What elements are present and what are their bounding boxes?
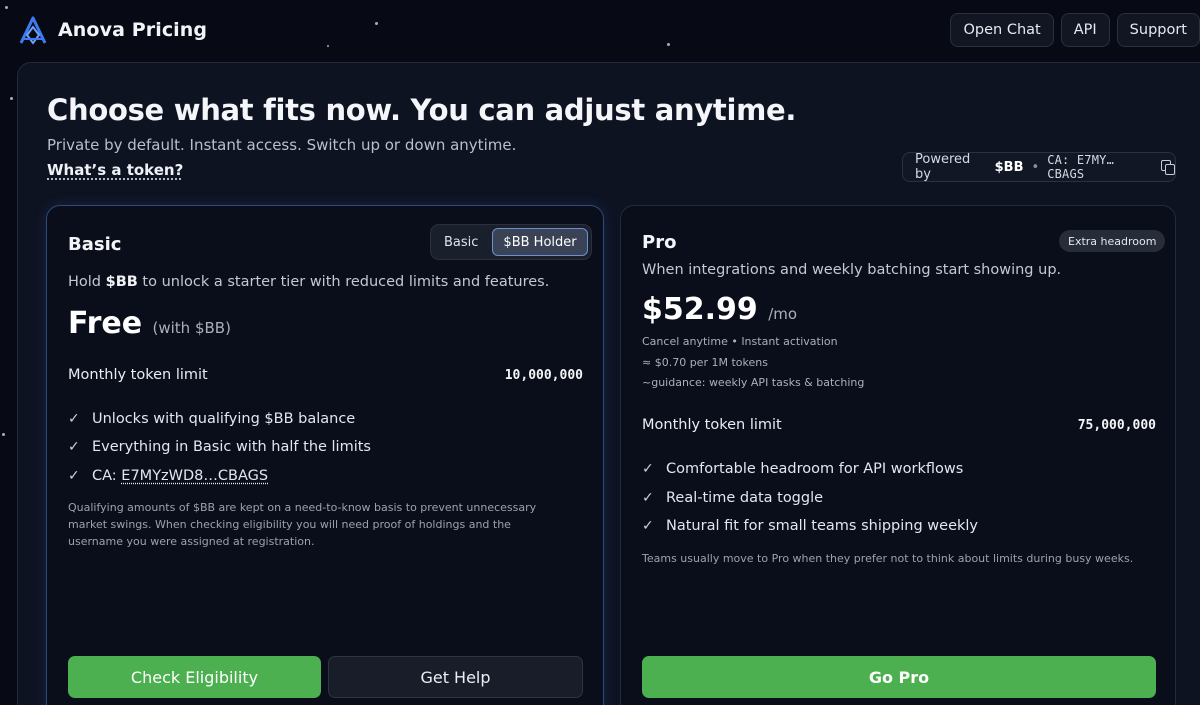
feature-text: Unlocks with qualifying $BB balance xyxy=(92,411,356,427)
pro-meta-line: ≈ $0.70 per 1M tokens xyxy=(642,356,768,369)
star-decoration xyxy=(10,97,13,100)
basic-price-value: Free xyxy=(68,306,143,341)
feature-text: Everything in Basic with half the limits xyxy=(92,439,371,455)
go-pro-button[interactable]: Go Pro xyxy=(642,656,1156,698)
copy-icon[interactable] xyxy=(1161,160,1175,175)
check-icon: ✓ xyxy=(68,468,80,484)
ca-link[interactable]: E7MYzWD8…CBAGS xyxy=(121,468,268,484)
api-button[interactable]: API xyxy=(1060,13,1110,47)
basic-price: Free (with $BB) xyxy=(68,306,231,341)
top-nav: Open Chat API Support xyxy=(950,13,1200,47)
pro-price-value: $52.99 xyxy=(642,292,758,327)
powered-by-badge: Powered by $BB • CA: E7MY…CBAGS xyxy=(902,152,1176,182)
pro-meta-line: Cancel anytime • Instant activation xyxy=(642,335,838,348)
check-icon: ✓ xyxy=(642,518,654,534)
whats-a-token-link[interactable]: What’s a token? xyxy=(47,161,183,179)
pro-limit-label: Monthly token limit xyxy=(642,417,782,433)
list-item: ✓ Unlocks with qualifying $BB balance xyxy=(68,411,355,427)
get-help-button[interactable]: Get Help xyxy=(328,656,583,698)
feature-text: Natural fit for small teams shipping wee… xyxy=(666,518,978,534)
pro-plan-description: When integrations and weekly batching st… xyxy=(642,262,1062,278)
basic-limit-value: 10,000,000 xyxy=(504,368,583,383)
pricing-panel: Choose what fits now. You can adjust any… xyxy=(17,62,1200,705)
check-icon: ✓ xyxy=(68,439,80,455)
brand[interactable]: Anova Pricing xyxy=(18,15,207,45)
star-decoration xyxy=(2,433,5,436)
desc-token: $BB xyxy=(105,274,138,290)
list-item: ✓ Everything in Basic with half the limi… xyxy=(68,439,371,455)
extra-headroom-badge: Extra headroom xyxy=(1059,230,1166,252)
ca-label: CA: xyxy=(92,468,122,484)
pro-price: $52.99 /mo xyxy=(642,292,797,327)
basic-plan-description: Hold $BB to unlock a starter tier with r… xyxy=(68,274,549,290)
plan-mode-toggle: Basic $BB Holder xyxy=(430,224,592,260)
list-item: ✓ Real-time data toggle xyxy=(642,490,823,506)
pro-note: Teams usually move to Pro when they pref… xyxy=(642,552,1134,565)
pro-plan-title: Pro xyxy=(642,232,677,253)
check-icon: ✓ xyxy=(642,461,654,477)
pro-limit-value: 75,000,000 xyxy=(1077,418,1156,433)
basic-price-note: (with $BB) xyxy=(152,319,231,337)
basic-note: Qualifying amounts of $BB are kept on a … xyxy=(68,501,537,548)
list-item: ✓ Natural fit for small teams shipping w… xyxy=(642,518,978,534)
a-mountain-logo-icon xyxy=(19,16,47,45)
list-item: ✓ Comfortable headroom for API workflows xyxy=(642,461,963,477)
brand-name: Anova Pricing xyxy=(58,19,208,41)
desc-text: Hold xyxy=(68,274,106,290)
desc-text: to unlock a starter tier with reduced li… xyxy=(137,274,550,290)
top-bar: Anova Pricing Open Chat API Support xyxy=(0,0,1200,62)
list-item: ✓ CA: E7MYzWD8…CBAGS xyxy=(68,468,268,484)
toggle-bb-holder[interactable]: $BB Holder xyxy=(492,228,588,256)
contract-address: CA: E7MY…CBAGS xyxy=(1047,153,1115,181)
powered-by-separator: • xyxy=(1031,159,1040,175)
open-chat-button[interactable]: Open Chat xyxy=(950,13,1054,47)
support-button[interactable]: Support xyxy=(1116,13,1200,47)
page-subtitle: Private by default. Instant access. Swit… xyxy=(47,136,517,154)
powered-by-token: $BB xyxy=(994,159,1024,175)
toggle-basic[interactable]: Basic xyxy=(434,228,488,256)
pro-plan-card: Pro Extra headroom When integrations and… xyxy=(620,205,1176,705)
feature-text: Comfortable headroom for API workflows xyxy=(666,461,964,477)
basic-plan-card: Basic Basic $BB Holder Hold $BB to unloc… xyxy=(46,205,604,705)
basic-plan-title: Basic xyxy=(68,234,122,255)
page-title: Choose what fits now. You can adjust any… xyxy=(47,93,797,127)
check-icon: ✓ xyxy=(68,411,80,427)
powered-by-label: Powered by xyxy=(915,152,971,182)
feature-text: CA: E7MYzWD8…CBAGS xyxy=(92,468,268,484)
pro-meta-line: ~guidance: weekly API tasks & batching xyxy=(642,376,865,389)
feature-text: Real-time data toggle xyxy=(666,490,824,506)
check-eligibility-button[interactable]: Check Eligibility xyxy=(68,656,321,698)
pro-price-unit: /mo xyxy=(768,305,798,323)
basic-limit-label: Monthly token limit xyxy=(68,367,208,383)
check-icon: ✓ xyxy=(642,490,654,506)
